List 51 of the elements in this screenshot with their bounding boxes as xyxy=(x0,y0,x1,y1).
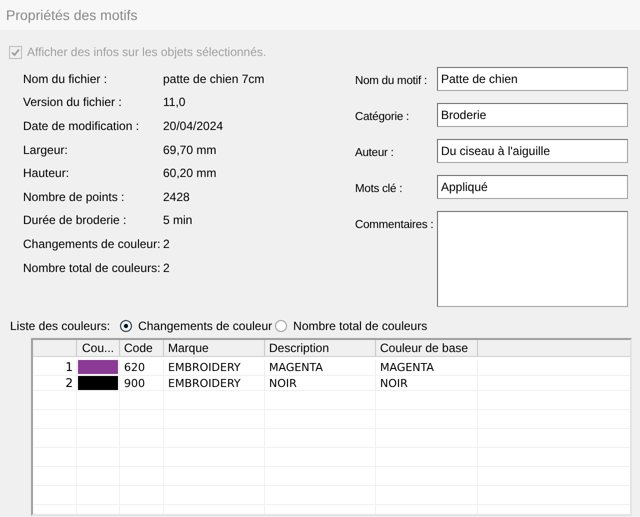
info-value: 2 xyxy=(163,236,170,253)
info-value: 2428 xyxy=(163,188,190,206)
field-label: Catégorie : xyxy=(355,111,410,123)
info-label: Date de modification : xyxy=(23,118,140,135)
radio-label: Nombre total de couleurs xyxy=(293,318,428,335)
info-label: Nombre total de couleurs: xyxy=(23,260,162,277)
column-header[interactable]: Code xyxy=(120,340,164,356)
field-label: Mots clé : xyxy=(355,183,402,195)
comments-field[interactable] xyxy=(437,211,628,307)
info-value: 69,70 mm xyxy=(163,142,216,159)
info-label: Version du fichier : xyxy=(23,94,123,112)
info-label: Largeur: xyxy=(23,142,69,159)
info-label: Nombre de points : xyxy=(23,188,126,206)
table-cell: EMBROIDERY xyxy=(164,376,265,390)
info-value: 5 min xyxy=(163,212,192,230)
table-cell: MAGENTA xyxy=(376,360,478,374)
field-label: Nom du motif : xyxy=(355,75,427,87)
row-number: 2 xyxy=(33,376,77,390)
table-cell: MAGENTA xyxy=(265,360,376,374)
table-cell: EMBROIDERY xyxy=(164,360,265,374)
info-value: 2 xyxy=(163,260,170,277)
radio-button[interactable] xyxy=(120,320,132,332)
info-label: Durée de broderie : xyxy=(23,212,128,230)
text-field[interactable]: Appliqué xyxy=(437,175,628,199)
radio-button[interactable] xyxy=(275,320,288,332)
text-field[interactable]: Du ciseau à l'aiguille xyxy=(437,139,628,163)
info-value: patte de chien 7cm xyxy=(163,70,264,88)
color-list-label: Liste des couleurs: xyxy=(10,318,110,335)
column-header[interactable]: Cou... xyxy=(77,340,120,356)
window-title: Propriétés des motifs xyxy=(6,6,138,25)
column-header[interactable]: Marque xyxy=(164,340,265,356)
info-value: 11,0 xyxy=(163,94,186,112)
field-label: Auteur : xyxy=(355,147,394,159)
field-label: Commentaires : xyxy=(355,219,434,231)
row-number: 1 xyxy=(33,360,77,374)
checkbox-label: Afficher des infos sur les objets sélectionnés. xyxy=(27,44,266,61)
info-value: 20/04/2024 xyxy=(163,118,224,135)
text-field[interactable]: Broderie xyxy=(437,103,628,127)
table-cell: NOIR xyxy=(265,376,376,390)
table-cell: 620 xyxy=(120,360,164,374)
table-cell: NOIR xyxy=(376,376,478,390)
table-cell: 900 xyxy=(120,376,164,390)
text-field[interactable]: Patte de chien xyxy=(437,67,628,91)
check-icon xyxy=(11,48,20,56)
info-label: Nom du fichier : xyxy=(23,70,108,88)
column-header[interactable]: Description xyxy=(265,340,376,356)
column-header[interactable]: Couleur de base xyxy=(376,340,478,356)
info-label: Changements de couleur: xyxy=(23,236,162,253)
info-value: 60,20 mm xyxy=(163,165,216,182)
radio-label: Changements de couleur xyxy=(138,318,272,335)
info-label: Hauteur: xyxy=(23,165,70,182)
